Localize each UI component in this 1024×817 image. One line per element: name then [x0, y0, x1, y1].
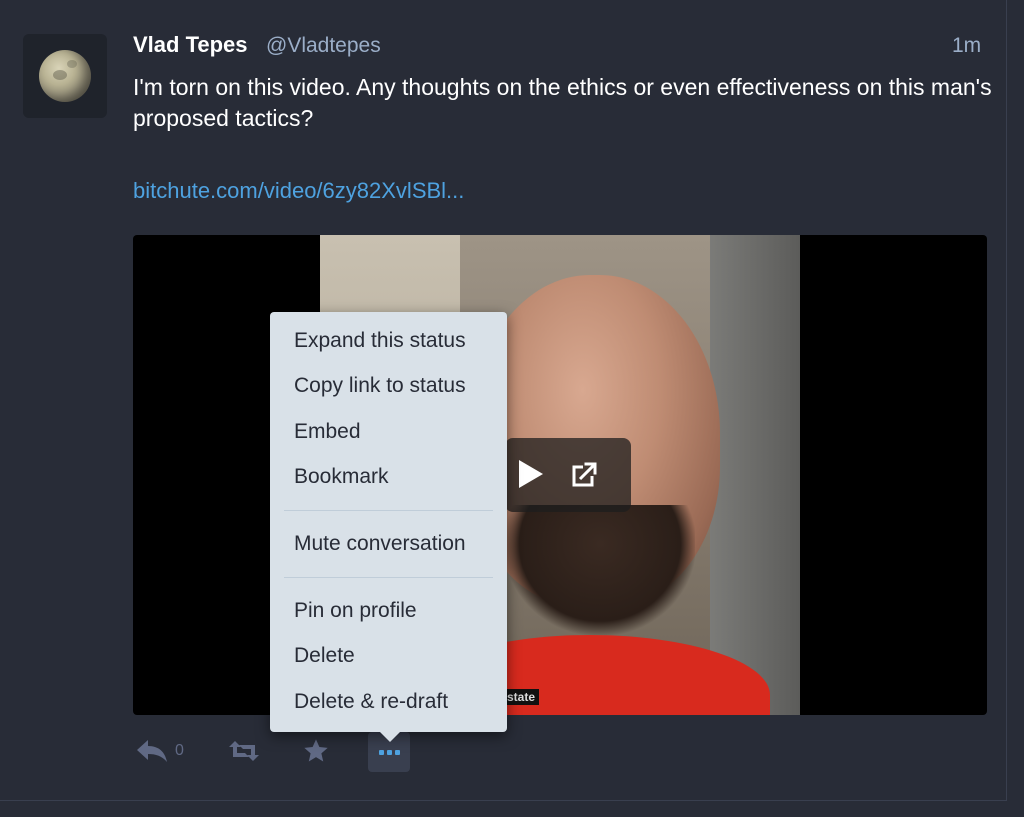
reply-count: 0	[175, 742, 184, 759]
menu-item-embed[interactable]: Embed	[270, 410, 507, 454]
reply-button[interactable]: 0	[135, 728, 184, 774]
video-controls	[505, 438, 631, 512]
display-name[interactable]: Vlad Tepes	[133, 32, 248, 58]
video-link[interactable]: bitchute.com/video/6zy82XvlSBl...	[133, 178, 464, 204]
thumbnail-beard	[505, 505, 695, 635]
video-caption: state	[503, 689, 540, 705]
menu-divider	[284, 577, 493, 578]
moon-avatar-image	[39, 50, 91, 102]
external-link-icon[interactable]	[565, 458, 601, 494]
thumbnail-door	[710, 235, 800, 715]
boost-button[interactable]	[227, 728, 261, 774]
status-content: I'm torn on this video. Any thoughts on …	[133, 74, 992, 131]
avatar[interactable]	[23, 34, 107, 118]
action-bar: 0	[133, 728, 453, 774]
menu-item-expand-status[interactable]: Expand this status	[270, 319, 507, 363]
status-card: Vlad Tepes @Vladtepes 1m I'm torn on thi…	[0, 0, 1007, 801]
favourite-icon	[304, 739, 328, 762]
menu-item-bookmark[interactable]: Bookmark	[270, 455, 507, 499]
more-icon	[377, 749, 401, 755]
favourite-button[interactable]	[301, 728, 331, 774]
menu-item-pin-on-profile[interactable]: Pin on profile	[270, 589, 507, 633]
video-embed[interactable]: state	[133, 235, 987, 715]
boost-icon	[229, 741, 259, 761]
menu-item-copy-link[interactable]: Copy link to status	[270, 364, 507, 408]
menu-item-delete[interactable]: Delete	[270, 634, 507, 678]
menu-item-delete-redraft[interactable]: Delete & re-draft	[270, 680, 507, 724]
play-icon[interactable]	[519, 460, 543, 488]
account-handle[interactable]: @Vladtepes	[266, 34, 381, 58]
menu-item-mute-conversation[interactable]: Mute conversation	[270, 522, 507, 566]
timestamp[interactable]: 1m	[952, 34, 981, 58]
reply-icon	[137, 740, 167, 762]
status-dropdown-menu: Expand this status Copy link to status E…	[270, 312, 507, 742]
menu-divider	[284, 510, 493, 511]
